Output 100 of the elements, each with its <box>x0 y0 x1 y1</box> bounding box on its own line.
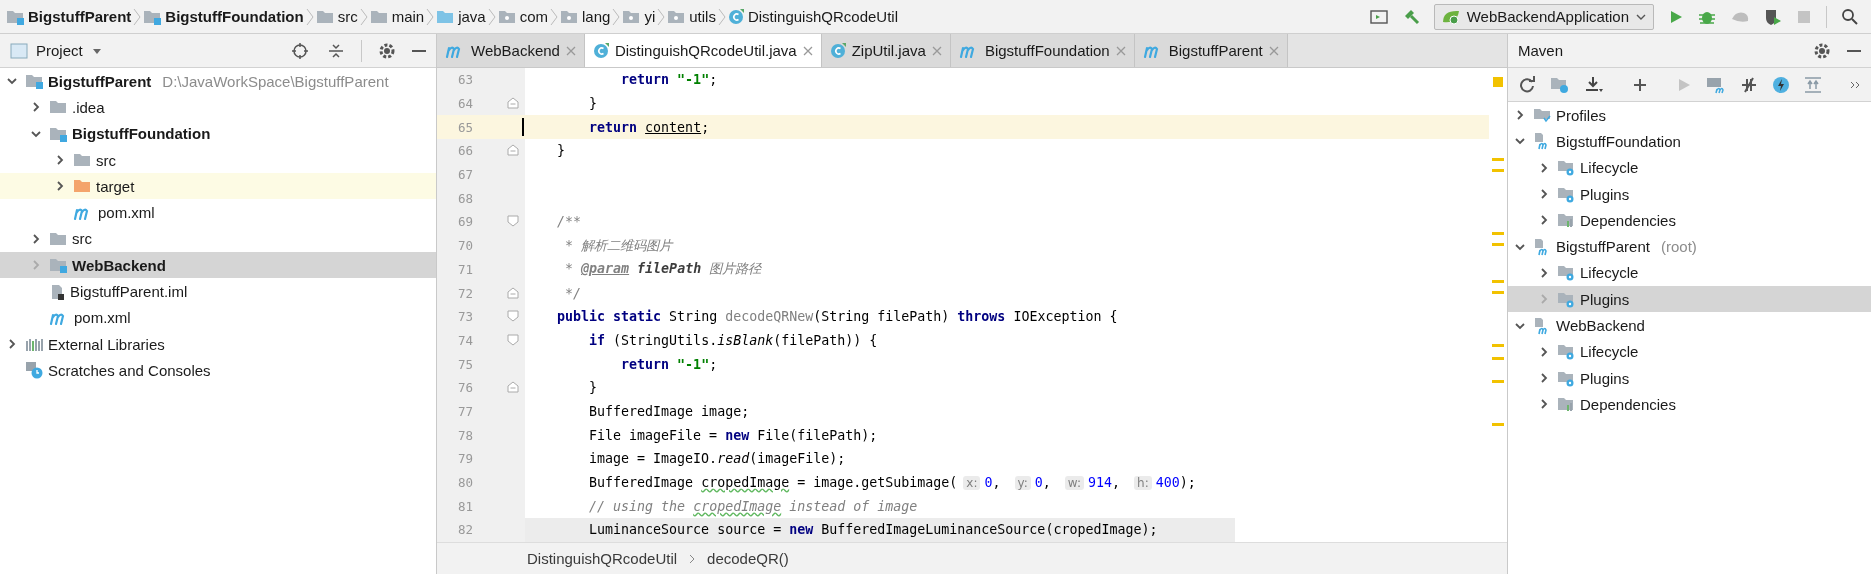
breadcrumb-item[interactable]: main <box>369 8 425 25</box>
code-line: BufferedImage image; <box>588 403 750 419</box>
folder-icon <box>49 99 67 116</box>
profiler-button[interactable] <box>1764 7 1782 26</box>
tree-item-note: D:\JavaWorkSpace\BigstuffParent <box>162 72 389 90</box>
tree-item-label: src <box>96 151 116 169</box>
tree-item[interactable]: target <box>0 173 436 200</box>
breadcrumb-label: main <box>391 8 425 25</box>
breadcrumb-item[interactable]: BigstuffParent <box>6 8 132 25</box>
tree-item-label: Profiles <box>1556 106 1607 124</box>
chevron-right-icon[interactable] <box>30 101 42 114</box>
chevron-right-icon[interactable] <box>6 338 18 351</box>
line-number: 74 <box>456 332 473 348</box>
window-icon-button[interactable] <box>1369 8 1388 25</box>
line-number: 73 <box>456 309 473 325</box>
folder-gear-icon <box>1557 185 1575 203</box>
chevron-right-icon[interactable] <box>54 180 66 193</box>
breadcrumb-label: yi <box>644 8 656 25</box>
chevron-right-icon[interactable] <box>1538 372 1550 385</box>
add-button[interactable] <box>1632 76 1648 93</box>
settings-button[interactable] <box>378 41 396 60</box>
chevron-right-icon[interactable] <box>1538 214 1550 227</box>
collapse-all-button[interactable] <box>327 41 345 60</box>
tree-item[interactable]: BigstuffParent (root) <box>1508 233 1871 260</box>
breadcrumb-item[interactable]: yi <box>622 8 656 25</box>
refresh-button[interactable] <box>1518 75 1536 94</box>
code-line: /** <box>556 214 582 230</box>
line-number: 72 <box>456 285 473 301</box>
tree-item[interactable]: Plugins <box>1508 286 1871 313</box>
tree-item[interactable]: External Libraries <box>0 330 436 358</box>
breadcrumb-item[interactable]: DistinguishQRcodeUtil <box>527 550 678 567</box>
editor-tab[interactable]: WebBackend <box>437 34 585 67</box>
code-line: File imageFile = new File(filePath); <box>588 427 878 443</box>
breadcrumb-item[interactable]: lang <box>560 8 611 25</box>
run-configuration-dropdown[interactable]: WebBackendApplication <box>1433 3 1654 30</box>
line-number: 71 <box>456 261 473 277</box>
chevron-right-icon[interactable] <box>1538 398 1550 411</box>
breadcrumb-label: lang <box>582 8 611 25</box>
tree-item[interactable]: Scratches and Consoles <box>0 357 436 384</box>
tree-item[interactable]: WebBackend <box>1508 312 1871 339</box>
settings-button[interactable] <box>1813 41 1831 60</box>
locate-button[interactable] <box>291 41 309 60</box>
breadcrumb-item[interactable]: com <box>497 8 549 25</box>
minimize-button[interactable] <box>412 49 426 52</box>
download-button[interactable] <box>1584 75 1604 94</box>
tree-item[interactable]: src <box>0 146 436 174</box>
tree-item[interactable]: BigstuffParent.iml <box>0 278 436 305</box>
tree-item[interactable]: src <box>0 225 436 253</box>
editor-tab[interactable]: ZipUtil.java <box>821 34 951 67</box>
minimize-button[interactable] <box>1847 49 1861 52</box>
lightning-button[interactable] <box>1772 75 1790 94</box>
text-caret <box>522 118 524 137</box>
breadcrumb-item[interactable]: utils <box>667 8 716 25</box>
tree-item-label: src <box>72 230 92 248</box>
tree-item[interactable]: Lifecycle <box>1508 338 1871 365</box>
fold-open-icon <box>507 333 519 346</box>
tree-item[interactable]: .idea <box>0 94 436 121</box>
tree-item[interactable]: Dependencies <box>1508 391 1871 418</box>
tree-item[interactable]: BigstuffParent D:\JavaWorkSpace\BigstuffParent <box>0 68 436 95</box>
tree-item[interactable]: Plugins <box>1508 364 1871 392</box>
tree-item[interactable]: pom.xml <box>0 199 436 226</box>
tree-item[interactable]: Plugins <box>1508 180 1871 208</box>
tree-item[interactable]: Dependencies <box>1508 207 1871 234</box>
minus-icon <box>1847 49 1861 52</box>
tree-item[interactable]: Lifecycle <box>1508 154 1871 181</box>
chevron-right-icon[interactable] <box>1538 188 1550 201</box>
scratches-icon <box>25 361 43 380</box>
chevron-right-icon[interactable] <box>1538 345 1550 358</box>
code-line: if (StringUtils.isBlank(filePath)) { <box>588 332 878 348</box>
breadcrumb-item[interactable]: decodeQR() <box>707 550 789 567</box>
editor-tab[interactable]: BigstuffFoundation <box>950 34 1135 67</box>
search-button[interactable] <box>1841 7 1859 26</box>
line-number: 81 <box>456 498 473 514</box>
tree-item[interactable]: BigstuffFoundation <box>1508 128 1871 155</box>
chevron-right-icon[interactable] <box>30 232 42 245</box>
tree-item[interactable]: BigstuffFoundation <box>0 120 436 147</box>
code-line: } <box>588 96 598 112</box>
class-icon <box>829 42 846 59</box>
skip-tests-button[interactable] <box>1740 75 1758 94</box>
chevron-right-icon[interactable] <box>1538 266 1550 279</box>
chevron-right-icon[interactable] <box>54 154 66 167</box>
breadcrumb-item[interactable]: src <box>315 8 358 25</box>
collapse-button[interactable] <box>1804 75 1822 94</box>
tree-item-label: Plugins <box>1580 290 1630 308</box>
more-button[interactable] <box>1850 79 1862 90</box>
code-line: // using the cropedImage instead of image <box>588 498 918 514</box>
panel-title[interactable]: Project <box>36 42 83 59</box>
editor-tab[interactable]: DistinguishQRcodeUtil.java <box>584 34 822 67</box>
fold-close-icon <box>507 97 519 110</box>
chevron-right-icon[interactable] <box>1514 109 1526 122</box>
chevron-right-icon[interactable] <box>1538 161 1550 174</box>
breadcrumb-item[interactable]: java <box>436 8 486 25</box>
tree-item[interactable]: pom.xml <box>0 304 436 331</box>
tree-item[interactable]: Profiles <box>1508 102 1871 129</box>
close-icon[interactable] <box>802 45 813 56</box>
editor-tab[interactable]: BigstuffParent <box>1134 34 1288 67</box>
tree-item[interactable]: Lifecycle <box>1508 259 1871 287</box>
run-button[interactable] <box>1668 8 1684 25</box>
tree-item[interactable]: WebBackend <box>0 252 436 279</box>
module-folder-icon <box>49 125 67 142</box>
